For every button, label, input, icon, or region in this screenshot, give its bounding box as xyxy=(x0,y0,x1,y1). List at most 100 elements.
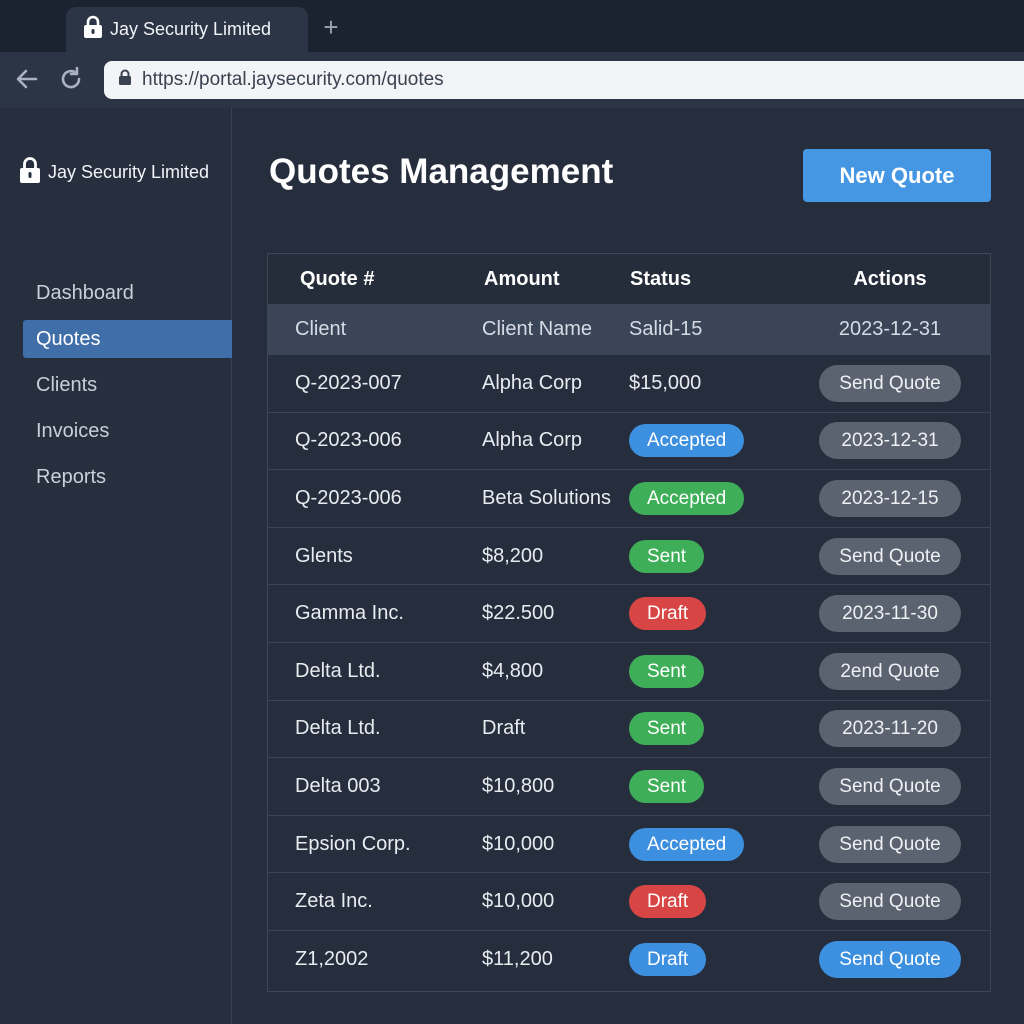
cell-amount: $11,200 xyxy=(482,947,553,970)
brand: Jay Security Limited xyxy=(18,156,209,189)
action-button[interactable]: Send Quote xyxy=(819,364,961,402)
action-button[interactable]: Send Quote xyxy=(819,767,961,805)
new-tab-button[interactable]: + xyxy=(318,14,344,40)
browser-tab-bar: Jay Security Limited + xyxy=(0,0,1024,52)
address-bar[interactable]: https://portal.jaysecurity.com/quotes xyxy=(104,61,1024,99)
page-title: Quotes Management xyxy=(269,152,614,191)
table-row[interactable]: Glents $8,200 Sent Send Quote xyxy=(268,526,990,585)
status-badge: Accepted xyxy=(629,827,745,861)
table-row[interactable]: Delta Ltd. Draft Sent 2023-11-20 xyxy=(268,699,990,758)
table-header: Quote # Amount Status Actions xyxy=(268,254,990,304)
cell-status: Sent xyxy=(623,712,790,746)
cell-status: Accepted xyxy=(623,481,790,515)
status-badge: Sent xyxy=(629,712,705,746)
status-badge: Sent xyxy=(629,539,705,573)
table-row[interactable]: Gamma Inc. $22.500 Draft 2023-11-30 xyxy=(268,584,990,642)
table-row[interactable]: Q-2023-007 Alpha Corp $15,000 Send Quote xyxy=(268,354,990,412)
cell-quote: Gamma Inc. xyxy=(295,602,404,625)
back-arrow-icon[interactable] xyxy=(12,64,42,94)
sidebar-item-reports[interactable]: Reports xyxy=(23,458,232,496)
cell-quote: Delta 003 xyxy=(295,774,381,797)
cell-quote: Delta Ltd. xyxy=(295,659,381,682)
cell-status: Draft xyxy=(623,942,790,976)
cell-amount: Alpha Corp xyxy=(482,371,583,394)
browser-tab[interactable]: Jay Security Limited xyxy=(66,7,308,52)
cell-status: Sent xyxy=(623,769,790,803)
tab-title: Jay Security Limited xyxy=(110,19,272,39)
column-header-status[interactable]: Status xyxy=(623,268,790,291)
cell-quote: Glents xyxy=(295,544,353,567)
sidebar-item-clients[interactable]: Clients xyxy=(23,366,232,404)
cell-amount: $10,000 xyxy=(482,890,555,913)
cell-quote: Q-2023-006 xyxy=(295,429,402,452)
status-badge: Accepted xyxy=(629,424,745,458)
cell-actions: 2023-11-20 xyxy=(790,710,990,748)
subheader-cell: Client Name xyxy=(482,317,593,340)
cell-actions: Send Quote xyxy=(790,883,990,921)
cell-amount: Alpha Corp xyxy=(482,429,583,452)
cell-amount: Draft xyxy=(482,717,526,740)
cell-amount: Beta Solutions xyxy=(482,486,611,509)
quotes-table: Quote # Amount Status Actions Client Cli… xyxy=(267,253,991,992)
action-button[interactable]: 2end Quote xyxy=(819,652,961,690)
action-button[interactable]: 2023-12-31 xyxy=(819,422,961,460)
cell-actions: Send Quote xyxy=(790,825,990,863)
action-button[interactable]: Send Quote xyxy=(819,825,961,863)
cell-actions: 2023-12-31 xyxy=(790,422,990,460)
action-button[interactable]: Send Quote xyxy=(819,940,961,978)
brand-name: Jay Security Limited xyxy=(48,162,210,182)
action-button[interactable]: Send Quote xyxy=(819,537,961,575)
cell-amount: $4,800 xyxy=(482,659,544,682)
subheader-cell: Client xyxy=(295,317,347,340)
column-header-amount[interactable]: Amount xyxy=(455,268,623,291)
cell-status: Sent xyxy=(623,539,790,573)
table-subheader: Client Client Name Salid-15 2023-12-31 xyxy=(268,304,990,354)
status-badge: Draft xyxy=(629,942,707,976)
cell-quote: Zeta Inc. xyxy=(295,890,373,913)
cell-actions: Send Quote xyxy=(790,767,990,805)
table-row[interactable]: Epsion Corp. $10,000 Accepted Send Quote xyxy=(268,814,990,873)
cell-quote: Epsion Corp. xyxy=(295,832,411,855)
cell-status: Draft xyxy=(623,597,790,631)
new-quote-button[interactable]: New Quote xyxy=(803,149,991,202)
status-badge: Sent xyxy=(629,769,705,803)
column-header-quote[interactable]: Quote # xyxy=(268,268,455,291)
status-badge: Sent xyxy=(629,654,705,688)
url-text: https://portal.jaysecurity.com/quotes xyxy=(142,69,444,90)
table-row[interactable]: Q-2023-006 Alpha Corp Accepted 2023-12-31 xyxy=(268,411,990,470)
sidebar-item-dashboard[interactable]: Dashboard xyxy=(23,274,232,312)
table-row[interactable]: Delta 003 $10,800 Sent Send Quote xyxy=(268,757,990,815)
browser-nav-bar: https://portal.jaysecurity.com/quotes xyxy=(0,52,1024,108)
table-row[interactable]: Q-2023-006 Beta Solutions Accepted 2023-12-… xyxy=(268,469,990,527)
action-button[interactable]: 2023-11-30 xyxy=(819,595,961,633)
cell-actions: Send Quote xyxy=(790,940,990,978)
status-badge: Draft xyxy=(629,597,707,631)
action-button[interactable]: Send Quote xyxy=(819,883,961,921)
cell-amount: $10,800 xyxy=(482,774,555,797)
column-header-actions: Actions xyxy=(853,267,927,290)
cell-quote: Q-2023-006 xyxy=(295,486,402,509)
cell-quote: Z1,2002 xyxy=(295,947,369,970)
cell-status: Draft xyxy=(623,885,790,919)
cell-actions: 2023-11-30 xyxy=(790,595,990,633)
cell-actions: Send Quote xyxy=(790,537,990,575)
table-row[interactable]: Zeta Inc. $10,000 Draft Send Quote xyxy=(268,872,990,930)
reload-icon[interactable] xyxy=(56,64,86,94)
sidebar-item-quotes[interactable]: Quotes xyxy=(23,320,232,358)
action-button[interactable]: 2023-12-15 xyxy=(819,479,961,517)
action-button[interactable]: 2023-11-20 xyxy=(819,710,961,748)
cell-status: Accepted xyxy=(623,827,790,861)
cell-actions: 2023-12-15 xyxy=(790,479,990,517)
table-row[interactable]: Z1,2002 $11,200 Draft Send Quote xyxy=(268,929,990,988)
lock-icon xyxy=(18,156,42,189)
status-badge: Draft xyxy=(629,885,707,919)
cell-actions: 2end Quote xyxy=(790,652,990,690)
cell-status: Sent xyxy=(623,654,790,688)
subheader-cell: Salid-15 xyxy=(629,317,703,340)
sidebar-item-invoices[interactable]: Invoices xyxy=(23,412,232,450)
cell-quote: Delta Ltd. xyxy=(295,717,381,740)
subheader-cell: 2023-12-31 xyxy=(838,317,942,340)
cell-amount: $8,200 xyxy=(482,544,544,567)
table-row[interactable]: Delta Ltd. $4,800 Sent 2end Quote xyxy=(268,641,990,700)
lock-icon xyxy=(118,69,132,91)
